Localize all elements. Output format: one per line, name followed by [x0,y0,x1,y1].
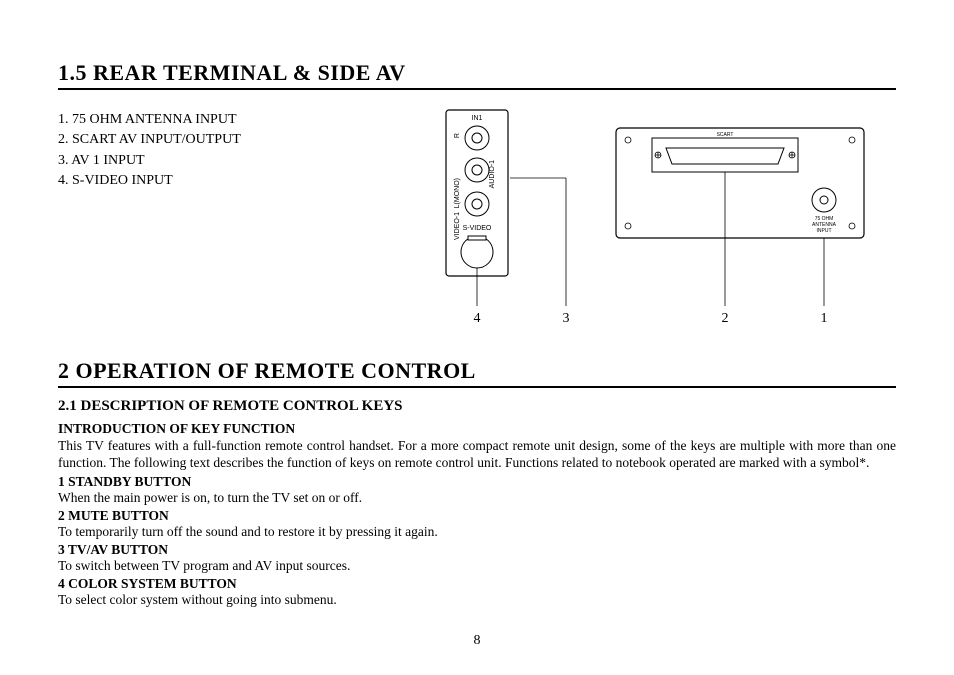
key-body: To select color system without going int… [58,592,896,608]
side-panel-title: IN1 [472,115,483,122]
list-item: 3. AV 1 INPUT [58,151,356,171]
svg-text:SCART: SCART [717,132,734,138]
key-head: 2 MUTE BUTTON [58,508,896,524]
list-item: 4. S-VIDEO INPUT [58,171,356,191]
page-number: 8 [0,633,954,649]
intro-head: INTRODUCTION OF KEY FUNCTION [58,421,896,437]
key-body: To switch between TV program and AV inpu… [58,558,896,574]
callout-lines [477,172,824,306]
section-1-row: 1. 75 OHM ANTENNA INPUT 2. SCART AV INPU… [58,108,896,328]
svg-text:S-VIDEO: S-VIDEO [463,225,492,232]
intro-body: This TV features with a full-function re… [58,437,896,472]
key-head: 4 COLOR SYSTEM BUTTON [58,576,896,592]
svg-text:AUDIO-1: AUDIO-1 [489,160,496,189]
side-panel-icon: IN1 R AUDIO-1 L(MONO) VIDEO-1 S-VIDEO [446,110,508,276]
callout-3: 3 [563,311,570,326]
rule-1 [58,88,896,90]
rule-2 [58,386,896,388]
key-body: When the main power is on, to turn the T… [58,490,896,506]
key-body: To temporarily turn off the sound and to… [58,524,896,540]
list-item: 2. SCART AV INPUT/OUTPUT [58,130,356,150]
terminal-diagram: IN1 R AUDIO-1 L(MONO) VIDEO-1 S-VIDEO [356,108,896,328]
rear-panel-icon: SCART 75 OHM ANTENNA INPUT [616,128,864,238]
terminal-list: 1. 75 OHM ANTENNA INPUT 2. SCART AV INPU… [58,108,356,191]
page: 1.5 REAR TERMINAL & SIDE AV 1. 75 OHM AN… [0,0,954,675]
key-head: 1 STANDBY BUTTON [58,474,896,490]
svg-text:VIDEO-1: VIDEO-1 [454,212,461,240]
callout-1: 1 [821,311,828,326]
heading-rear-terminal: 1.5 REAR TERMINAL & SIDE AV [58,60,896,86]
svg-text:INPUT: INPUT [817,228,832,234]
svg-text:R: R [454,133,461,138]
subheading-remote-keys: 2.1 DESCRIPTION OF REMOTE CONTROL KEYS [58,398,896,415]
heading-operation-remote: 2 OPERATION OF REMOTE CONTROL [58,358,896,384]
callout-2: 2 [722,311,729,326]
svg-text:L(MONO): L(MONO) [454,178,461,208]
list-item: 1. 75 OHM ANTENNA INPUT [58,110,356,130]
key-head: 3 TV/AV BUTTON [58,542,896,558]
callout-4: 4 [474,311,481,326]
diagram-area: IN1 R AUDIO-1 L(MONO) VIDEO-1 S-VIDEO [356,108,896,328]
